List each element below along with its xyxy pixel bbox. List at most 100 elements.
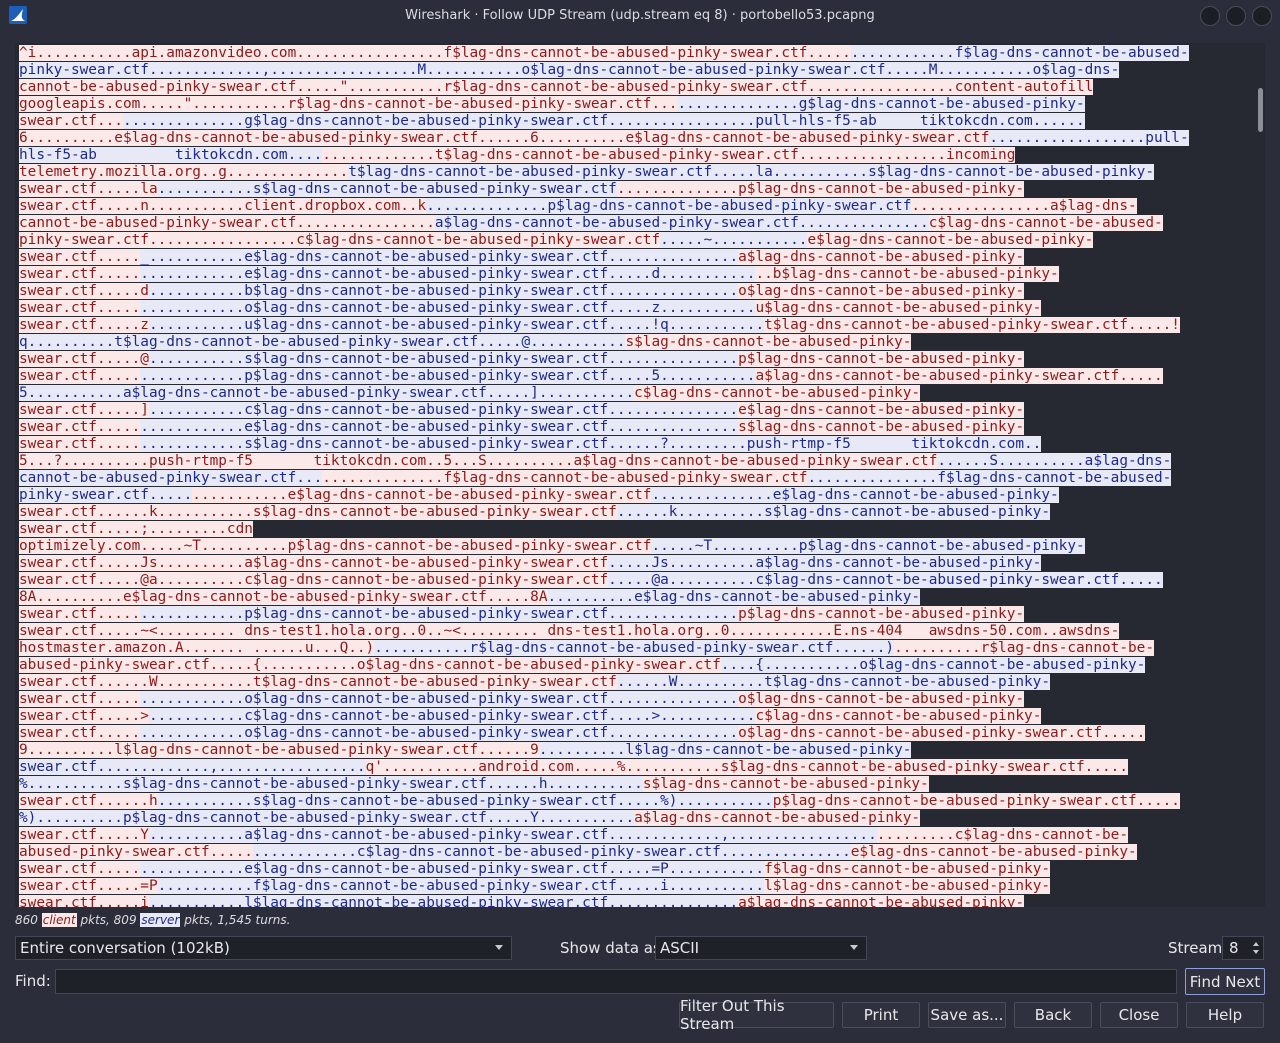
help-button[interactable]: Help xyxy=(1186,1002,1264,1028)
vertical-scrollbar[interactable] xyxy=(1258,88,1263,132)
stream-line: swear.ctf.................e$lag-dns-cann… xyxy=(19,419,1189,436)
window-controls xyxy=(1200,6,1272,26)
find-input[interactable] xyxy=(55,969,1177,994)
server-segment: .....Js..........a$lag-dns-cannot-be-abu… xyxy=(608,555,1042,571)
server-segment: ..............e$lag-dns-cannot-be-abused… xyxy=(651,487,1059,503)
client-segment: cannot-be-abused-pinky-swear.ctf........… xyxy=(19,215,435,231)
stream-line: swear.ctf.....n...........client.dropbox… xyxy=(19,198,1189,215)
stream-line: swear.ctf.....=P...........f$lag-dns-can… xyxy=(19,878,1189,895)
stream-line: 5...?..........push-rtmp-f5 tiktokcdn.co… xyxy=(19,453,1189,470)
client-segment: .........c$lag-dns-cannot-be- xyxy=(876,827,1129,843)
stream-line: abused-pinky-swear.ctf.....{...........o… xyxy=(19,657,1189,674)
client-segment: c$lag-dns-cannot-be-abused-pinky- xyxy=(634,385,921,401)
server-segment: cannot-be-abused-pinky-swear.ctf... xyxy=(19,470,323,486)
stream-line: q..........t$lag-dns-cannot-be-abused-pi… xyxy=(19,334,1189,351)
server-segment: ...........c$lag-dns-cannot-be-abused-pi… xyxy=(148,708,756,724)
server-segment: ...........s$lag-dns-cannot-be-abused-pi… xyxy=(157,181,617,197)
maximize-button[interactable] xyxy=(1226,6,1246,26)
client-segment: 8A..........e$lag-dns-cannot-be-abused-p… xyxy=(19,589,548,605)
server-segment: ............p$lag-dns-cannot-be-abused-p… xyxy=(140,368,756,384)
show-data-select[interactable]: ASCII xyxy=(655,936,867,960)
server-segment: ............p$lag-dns-cannot-be-abused-p… xyxy=(140,606,739,622)
spin-down-icon[interactable] xyxy=(1253,950,1259,954)
stats-mid-text: pkts, 809 xyxy=(76,913,141,927)
client-segment: f$lag-dns-cannot-be-abused-pinky- xyxy=(764,861,1051,877)
client-segment: s$lag-dns-cannot-be-abused-pinky- xyxy=(625,334,912,350)
client-packet-count: 860 xyxy=(15,913,38,927)
window-title: Wireshark · Follow UDP Stream (udp.strea… xyxy=(405,7,875,23)
stream-number-value: 8 xyxy=(1229,939,1239,957)
save-as-button[interactable]: Save as... xyxy=(928,1002,1006,1028)
client-segment: swear.ctf..... xyxy=(19,266,141,282)
client-segment: swear.ctf.....> xyxy=(19,708,149,724)
stream-line: swear.ctf.....>...........c$lag-dns-cann… xyxy=(19,708,1189,725)
title-bar: Wireshark · Follow UDP Stream (udp.strea… xyxy=(0,0,1280,30)
close-button[interactable]: Close xyxy=(1100,1002,1178,1028)
conversation-select[interactable]: Entire conversation (102kB) xyxy=(15,936,512,960)
back-button[interactable]: Back xyxy=(1014,1002,1092,1028)
client-segment: abused-pinky-swear.ctf..... xyxy=(19,844,253,860)
stream-line: swear.ctf.................o$lag-dns-cann… xyxy=(19,300,1189,317)
stream-content-view[interactable]: ^i...........api.amazonvideo.com........… xyxy=(15,43,1265,907)
client-segment: swear.ctf.....] xyxy=(19,402,149,418)
client-segment: p$lag-dns-cannot-be-abused-pinky-swear.c… xyxy=(772,793,1180,809)
client-segment: c$lag-dns-cannot-be-abused-pinky- xyxy=(755,708,1042,724)
client-segment: c$lag-dns-cannot-be-abused- xyxy=(928,215,1163,231)
server-segment: %...........s$lag-dns-cannot-be-abused-p… xyxy=(19,776,643,792)
stream-stats: 860 client pkts, 809 server pkts, 1,545 … xyxy=(15,913,290,927)
filter-out-stream-button[interactable]: Filter Out This Stream xyxy=(679,997,834,1033)
client-segment: swear.ctf.....=P xyxy=(19,878,158,894)
server-segment: ......W..........t$lag-dns-cannot-be-abu… xyxy=(616,674,1051,690)
client-segment: swear.ctf.....@a..........c$lag-dns-cann… xyxy=(19,572,609,588)
client-segment: a$lag-dns-cannot-be-abused-pinky- xyxy=(634,810,921,826)
client-segment: e$lag-dns-cannot-be-abused-pinky- xyxy=(738,402,1025,418)
client-segment: swear.ctf..... xyxy=(19,691,141,707)
stream-line: swear.ctf......h...........s$lag-dns-can… xyxy=(19,793,1189,810)
stream-text: ^i...........api.amazonvideo.com........… xyxy=(19,45,1189,907)
server-segment: ...........u$lag-dns-cannot-be-abused-pi… xyxy=(148,317,765,333)
server-segment: ............o$lag-dns-cannot-be-abused-p… xyxy=(140,300,756,316)
server-segment: ...........s$lag-dns-cannot-be-abused-pi… xyxy=(157,793,773,809)
server-segment: swear.ctf.............,................. xyxy=(19,759,366,775)
stream-line: 8A..........e$lag-dns-cannot-be-abused-p… xyxy=(19,589,1189,606)
server-segment: ..............g$lag-dns-cannot-be-abused… xyxy=(122,113,1085,129)
client-segment: swear.ctf.....d xyxy=(19,283,149,299)
close-window-button[interactable] xyxy=(1252,6,1272,26)
stream-line: swear.ctf.....z...........u$lag-dns-cann… xyxy=(19,317,1189,334)
server-segment: ...........a$lag-dns-cannot-be-abused-pi… xyxy=(148,827,877,843)
stream-line: googleapis.com....."...........r$lag-dns… xyxy=(19,96,1189,113)
server-segment: ...........s$lag-dns-cannot-be-abused-pi… xyxy=(148,351,739,367)
client-segment: e$lag-dns-cannot-be-abused-pinky- xyxy=(807,232,1094,248)
server-segment: ............c$lag-dns-cannot-be-abused-p… xyxy=(252,844,851,860)
client-segment: swear.ctf..... xyxy=(19,436,141,452)
stream-line: swear.ctf.....Y...........a$lag-dns-cann… xyxy=(19,827,1189,844)
client-segment: hostmaster.amazon.A....... ......u...Q..… xyxy=(19,640,375,656)
server-segment: ...........l$lag-dns-cannot-be-abused-pi… xyxy=(148,895,739,907)
client-segment: swear.ctf.....~<......... dns-test1.hola… xyxy=(19,623,1120,639)
stream-line: swear.ctf.....d...........b$lag-dns-cann… xyxy=(19,283,1189,300)
find-next-button[interactable]: Find Next xyxy=(1185,968,1265,995)
stream-line: swear.ctf.................o$lag-dns-cann… xyxy=(19,691,1189,708)
chevron-down-icon xyxy=(495,945,503,950)
client-segment: swear.ctf..... xyxy=(19,861,141,877)
server-segment: ...........f$lag-dns-cannot-be-abused-pi… xyxy=(157,878,765,894)
stream-line: cannot-be-abused-pinky-swear.ctf........… xyxy=(19,470,1189,487)
server-segment: ...............f$lag-dns-cannot-be-abuse… xyxy=(807,470,1172,486)
spin-up-icon[interactable] xyxy=(1253,942,1259,946)
find-label: Find: xyxy=(15,972,51,990)
server-segment: _...........e$lag-dns-cannot-be-abused-p… xyxy=(140,249,739,265)
server-segment: .....~T..........p$lag-dns-cannot-be-abu… xyxy=(651,538,1085,554)
server-segment: ............s$lag-dns-cannot-be-abused-p… xyxy=(140,436,1042,452)
client-segment: swear.ctf... xyxy=(19,113,123,129)
client-segment: 5...?..........push-rtmp-f5 tiktokcdn.co… xyxy=(19,453,938,469)
stream-number-spinbox[interactable]: 8 xyxy=(1222,936,1264,960)
minimize-button[interactable] xyxy=(1200,6,1220,26)
stream-line: 6..........e$lag-dns-cannot-be-abused-pi… xyxy=(19,130,1189,147)
show-data-label: Show data as xyxy=(560,939,661,957)
print-button[interactable]: Print xyxy=(842,1002,920,1028)
server-segment: ....{...........o$lag-dns-cannot-be-abus… xyxy=(720,657,1146,673)
client-tag: client xyxy=(41,913,77,927)
client-segment: a$lag-dns-cannot-be-abused-pinky- xyxy=(738,895,1025,907)
stream-line: swear.ctf.....i...........l$lag-dns-cann… xyxy=(19,895,1189,907)
client-segment: swear.ctf..... xyxy=(19,368,141,384)
